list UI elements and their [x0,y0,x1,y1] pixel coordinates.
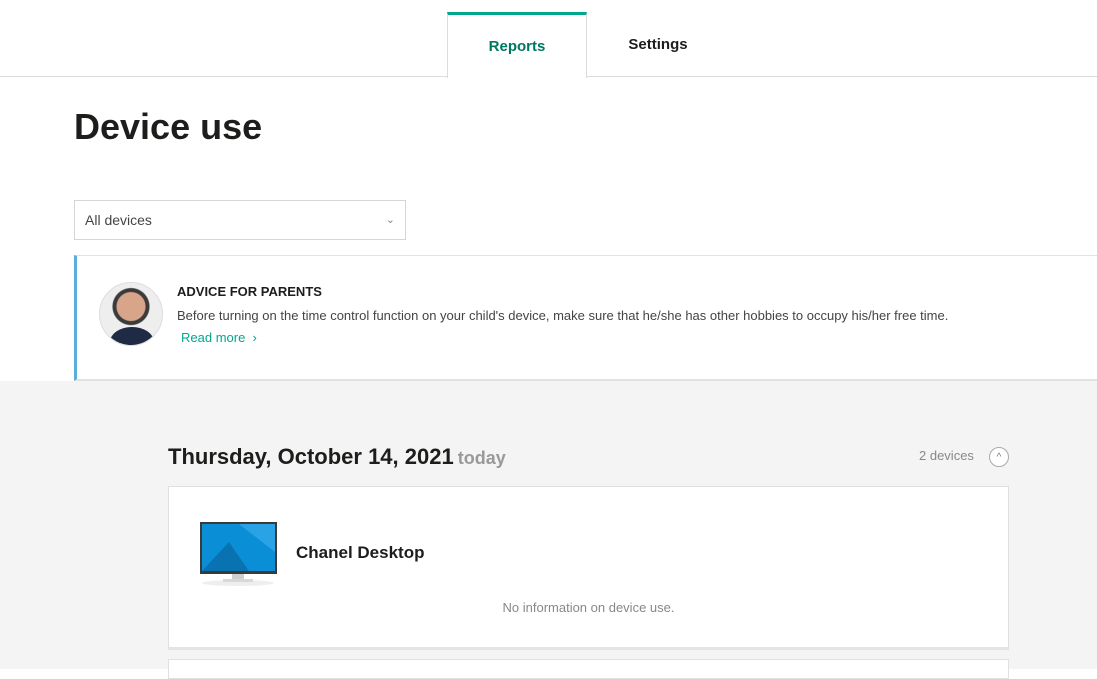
device-filter-select[interactable]: All devices ⌄ [74,200,406,240]
device-card [168,659,1009,679]
device-status: No information on device use. [502,600,675,615]
page-title: Device use [74,106,263,147]
chevron-down-icon: ⌄ [385,214,395,226]
advice-text: Before turning on the time control funct… [177,308,949,323]
device-count: 2 devices [919,448,974,463]
top-nav: Reports Settings [0,0,1097,78]
device-card: Chanel Desktop No information on device … [168,486,1009,650]
today-label: today [457,448,506,468]
tab-reports[interactable]: Reports [447,12,587,78]
chevron-up-icon: ^ [996,452,1002,463]
advice-title: ADVICE FOR PARENTS [177,284,322,299]
device-filter-value: All devices [85,212,152,228]
day-heading: Thursday, October 14, 2021 today [168,444,506,470]
device-name: Chanel Desktop [296,543,425,562]
chevron-right-icon: › [248,330,257,345]
advisor-avatar [99,282,163,346]
read-more-label: Read more [181,330,246,345]
desktop-monitor-icon [200,522,277,586]
advice-panel: ADVICE FOR PARENTS Before turning on the… [74,255,1097,381]
read-more-link[interactable]: Read more › [181,330,257,345]
tab-settings[interactable]: Settings [588,12,728,77]
collapse-button[interactable]: ^ [989,447,1009,467]
date-label: Thursday, October 14, 2021 [168,444,454,469]
